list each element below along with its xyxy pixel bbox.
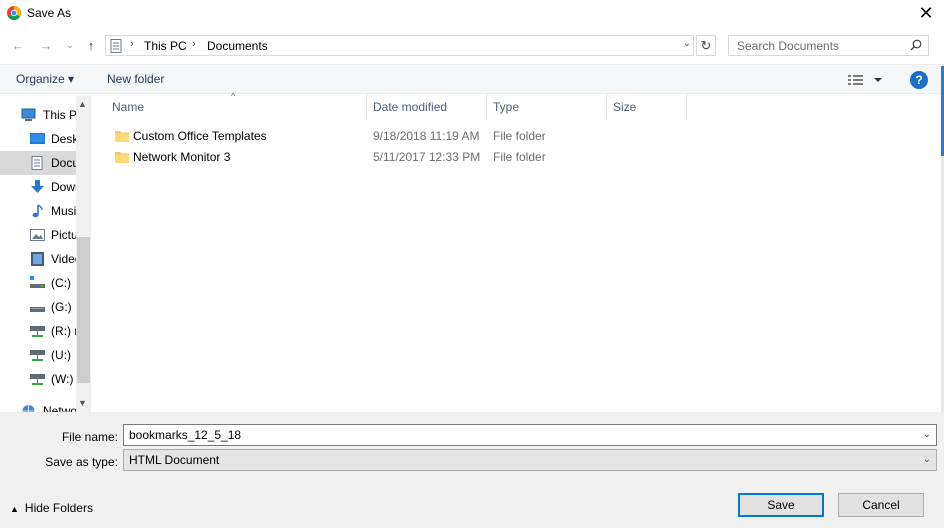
sidebar-item-videos[interactable]: Videos [0, 247, 76, 271]
column-header-name[interactable]: Name [106, 94, 367, 120]
sidebar-item-label: Network [43, 404, 76, 412]
column-header-size[interactable]: Size [607, 94, 687, 120]
sidebar-item-drive-r[interactable]: (R:) r [0, 319, 76, 343]
sidebar-item-label: This PC [43, 108, 76, 122]
file-date: 5/11/2017 12:33 PM [373, 150, 481, 164]
title-bar: Save As ✕ [0, 0, 944, 28]
sidebar-item-label: Documents [51, 156, 76, 170]
search-icon[interactable] [910, 39, 922, 51]
file-row[interactable]: Custom Office Templates 9/18/2018 11:19 … [107, 126, 667, 146]
view-options-icon[interactable] [848, 72, 884, 88]
new-folder-button[interactable]: New folder [107, 72, 164, 86]
savetype-select[interactable]: HTML Document ⌄ [123, 449, 937, 471]
sidebar-item-label: (R:) r [51, 324, 76, 338]
sidebar-item-label: Downloads [51, 180, 76, 194]
breadcrumb-this-pc[interactable]: This PC [144, 39, 187, 53]
sidebar-item-desktop[interactable]: Desktop [0, 127, 76, 151]
file-type: File folder [493, 150, 546, 164]
sidebar-item-label: (G:) [51, 300, 72, 314]
chevron-down-icon[interactable]: ⌄ [923, 454, 931, 465]
sidebar-item-label: Pictures [51, 228, 76, 242]
sidebar-item-drive-g[interactable]: (G:) [0, 295, 76, 319]
desktop-icon [30, 133, 45, 144]
sidebar-item-this-pc[interactable]: This PC [0, 103, 76, 127]
recent-locations-icon[interactable]: ⌄ [62, 38, 78, 54]
save-form-area: File name: bookmarks_12_5_18 ⌄ Save as t… [0, 412, 944, 528]
file-date: 9/18/2018 11:19 AM [373, 129, 480, 143]
sidebar-item-documents[interactable]: Documents [0, 151, 76, 175]
breadcrumb-documents[interactable]: Documents [207, 39, 268, 53]
drive-icon [30, 307, 45, 312]
sidebar-item-label: (U:) [51, 348, 71, 362]
savetype-value: HTML Document [129, 453, 220, 467]
hide-folders-label: Hide Folders [24, 501, 93, 515]
window-title: Save As [27, 6, 72, 20]
sidebar-item-drive-w[interactable]: (W:) [0, 367, 76, 391]
sidebar-scrollbar[interactable]: ▲ ▼ [76, 96, 91, 412]
file-list: ^ Name Date modified Type Size Custom Of… [91, 91, 941, 412]
up-icon[interactable]: ↑ [83, 38, 99, 54]
column-header-date[interactable]: Date modified [367, 94, 487, 120]
sidebar-item-drive-c[interactable]: (C:) [0, 271, 76, 295]
network-drive-icon [30, 374, 45, 385]
forward-icon[interactable]: → [38, 38, 54, 54]
breadcrumb-separator-icon: › [192, 38, 196, 50]
chevron-down-icon[interactable]: ⌄ [923, 429, 931, 440]
back-icon[interactable]: ← [10, 38, 26, 54]
network-icon [22, 405, 35, 412]
documents-icon [31, 156, 43, 170]
sidebar-item-label: (W:) [51, 372, 74, 386]
help-button[interactable]: ? [910, 71, 928, 89]
downloads-icon [31, 180, 44, 193]
address-bar[interactable]: › This PC › Documents ⌄ [105, 35, 694, 56]
scroll-up-icon[interactable]: ▲ [78, 99, 87, 109]
command-toolbar: Organize ▾ New folder ? [0, 64, 944, 94]
filename-value: bookmarks_12_5_18 [129, 428, 242, 442]
navigation-pane: This PC Desktop Documents Downloads Musi… [0, 96, 91, 412]
documents-location-icon [110, 39, 122, 53]
navigation-bar: ← → ⌄ ↑ › This PC › Documents ⌄ ↻ [0, 30, 944, 62]
scroll-down-icon[interactable]: ▼ [78, 398, 87, 408]
breadcrumb-separator-icon: › [130, 38, 134, 50]
file-row[interactable]: Network Monitor 3 5/11/2017 12:33 PM Fil… [107, 147, 667, 167]
sidebar-item-label: Music [51, 204, 76, 218]
hide-folders-toggle[interactable]: ▲ Hide Folders [10, 501, 93, 515]
sidebar-item-label: Videos [51, 252, 76, 266]
sidebar-item-pictures[interactable]: Pictures [0, 223, 76, 247]
column-header-type[interactable]: Type [487, 94, 607, 120]
search-input[interactable] [737, 39, 907, 53]
file-type: File folder [493, 129, 546, 143]
sidebar-item-network[interactable]: Network [0, 399, 76, 412]
folder-icon [115, 131, 129, 142]
refresh-button[interactable]: ↻ [696, 35, 716, 56]
chrome-icon [7, 6, 21, 20]
network-drive-icon [30, 350, 45, 361]
search-box[interactable] [728, 35, 929, 56]
chevron-down-icon[interactable]: ⌄ [683, 38, 691, 49]
sidebar-item-drive-u[interactable]: (U:) [0, 343, 76, 367]
sidebar-item-music[interactable]: Music [0, 199, 76, 223]
file-name: Network Monitor 3 [133, 150, 231, 164]
music-icon [32, 204, 43, 218]
scrollbar-thumb[interactable] [77, 237, 90, 383]
savetype-label: Save as type: [45, 455, 118, 469]
pictures-icon [30, 229, 45, 241]
sidebar-item-label: Desktop [51, 132, 76, 146]
save-button[interactable]: Save [738, 493, 824, 517]
folder-icon [115, 152, 129, 163]
cancel-button[interactable]: Cancel [838, 493, 924, 517]
file-name: Custom Office Templates [133, 129, 267, 143]
chevron-up-icon: ▲ [10, 504, 19, 514]
organize-button[interactable]: Organize ▾ [16, 72, 74, 86]
videos-icon [31, 252, 44, 266]
sidebar-item-label: (C:) [51, 276, 71, 290]
filename-label: File name: [61, 430, 118, 444]
filename-field[interactable]: bookmarks_12_5_18 ⌄ [123, 424, 937, 446]
computer-icon [21, 108, 36, 121]
drive-icon [30, 276, 45, 288]
close-button[interactable]: ✕ [916, 4, 936, 24]
sidebar-item-downloads[interactable]: Downloads [0, 175, 76, 199]
network-drive-icon [30, 326, 45, 337]
